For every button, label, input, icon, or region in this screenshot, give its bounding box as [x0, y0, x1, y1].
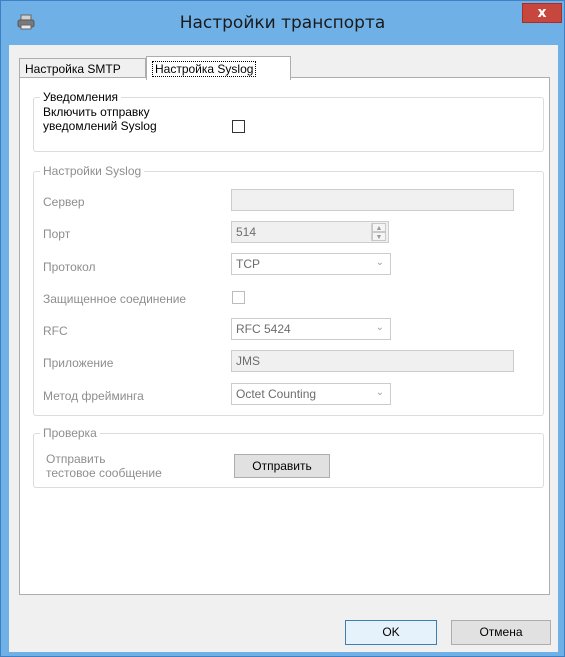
- port-value: 514: [236, 225, 257, 239]
- tab-smtp[interactable]: Настройка SMTP: [19, 58, 146, 78]
- chevron-down-icon: ⌄: [375, 257, 384, 268]
- chevron-down-icon: ⌄: [375, 322, 384, 333]
- dialog-client: Настройка SMTP Настройка Syslog Уведомле…: [9, 45, 558, 652]
- tab-syslog-label: Настройка Syslog: [152, 61, 257, 77]
- send-test-label: Отправить тестовое сообщение: [46, 452, 162, 480]
- protocol-label: Протокол: [43, 260, 96, 274]
- server-label: Сервер: [43, 195, 85, 209]
- tab-smtp-label: Настройка SMTP: [25, 62, 121, 76]
- enable-syslog-label-line1: Включить отправку: [43, 105, 150, 119]
- framing-method-label: Метод фрейминга: [43, 389, 144, 403]
- tab-panel-syslog: Уведомления Включить отправку уведомлени…: [19, 77, 550, 595]
- title-bar: Настройки транспорта x: [1, 1, 564, 45]
- cancel-button[interactable]: Отмена: [451, 620, 551, 645]
- ok-button[interactable]: OK: [345, 620, 437, 645]
- tab-syslog[interactable]: Настройка Syslog: [146, 56, 291, 80]
- send-test-label-line2: тестовое сообщение: [46, 466, 162, 480]
- test-legend: Проверка: [43, 426, 97, 440]
- port-label: Порт: [43, 227, 71, 241]
- framing-method-value: Octet Counting: [236, 387, 317, 401]
- port-spinner[interactable]: ▲ ▼: [371, 223, 386, 241]
- spin-up-icon[interactable]: ▲: [372, 223, 386, 232]
- protocol-value: TCP: [236, 257, 260, 271]
- enable-syslog-checkbox[interactable]: [232, 120, 245, 133]
- application-input[interactable]: JMS: [231, 350, 514, 372]
- secure-connection-label: Защищенное соединение: [43, 292, 187, 306]
- rfc-label: RFC: [43, 324, 68, 338]
- close-icon: x: [537, 5, 547, 21]
- enable-syslog-label-line2: уведомлений Syslog: [43, 119, 157, 133]
- send-test-label-line1: Отправить: [46, 452, 106, 466]
- framing-method-select[interactable]: Octet Counting ⌄: [231, 383, 391, 405]
- window-title: Настройки транспорта: [179, 13, 386, 33]
- rfc-select[interactable]: RFC 5424 ⌄: [231, 318, 391, 340]
- secure-connection-checkbox[interactable]: [232, 291, 245, 304]
- enable-syslog-label: Включить отправку уведомлений Syslog: [43, 105, 157, 133]
- chevron-down-icon: ⌄: [375, 387, 384, 398]
- close-button[interactable]: x: [522, 3, 562, 23]
- application-label: Приложение: [43, 356, 114, 370]
- protocol-select[interactable]: TCP ⌄: [231, 253, 391, 275]
- dialog-window: Настройки транспорта x Настройка SMTP На…: [0, 0, 565, 657]
- spin-down-icon[interactable]: ▼: [372, 232, 386, 241]
- syslog-settings-legend: Настройки Syslog: [43, 164, 142, 178]
- server-input[interactable]: [231, 189, 514, 211]
- rfc-value: RFC 5424: [236, 322, 291, 336]
- port-input[interactable]: 514 ▲ ▼: [231, 221, 389, 243]
- notifications-legend: Уведомления: [43, 90, 119, 104]
- send-test-button[interactable]: Отправить: [234, 454, 330, 478]
